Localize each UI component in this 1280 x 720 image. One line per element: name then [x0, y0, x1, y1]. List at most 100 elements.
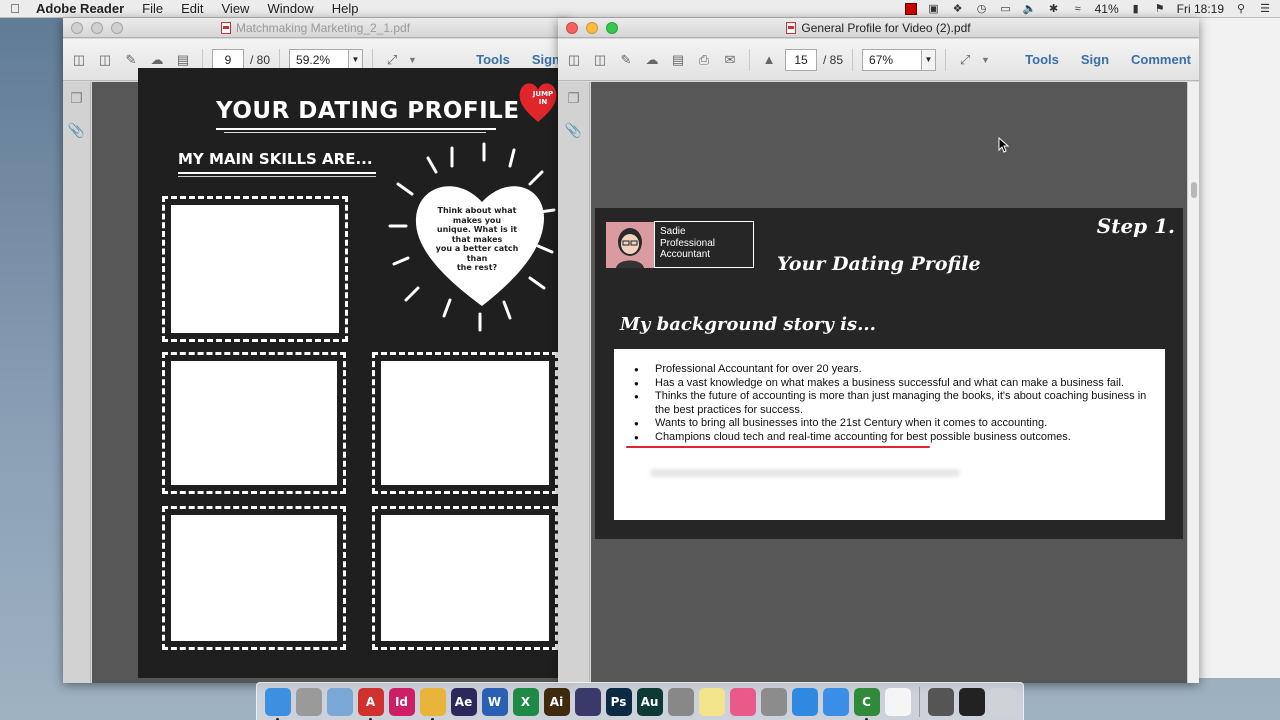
- edit-pdf-icon[interactable]: ✎: [616, 50, 636, 70]
- menu-file[interactable]: File: [133, 1, 172, 16]
- slide-title: Your Dating Profile: [777, 253, 981, 275]
- toolbar-overflow-icon[interactable]: ▼: [981, 55, 990, 65]
- right-title-bar[interactable]: General Profile for Video (2).pdf: [558, 18, 1199, 38]
- fit-page-icon[interactable]: ⤢: [955, 50, 975, 70]
- export-pdf-icon[interactable]: ◫: [95, 50, 115, 70]
- volume-icon[interactable]: 🔈: [1023, 3, 1037, 15]
- dock-trash-icon[interactable]: [989, 687, 1016, 716]
- dock-acrobat-icon[interactable]: A: [357, 687, 384, 720]
- tools-button[interactable]: Tools: [1017, 52, 1067, 67]
- save-icon[interactable]: ▤: [173, 50, 193, 70]
- zoom-dropdown-icon[interactable]: ▼: [922, 48, 937, 71]
- zoom-button[interactable]: [111, 22, 123, 34]
- dock-system-preferences-icon[interactable]: [760, 687, 787, 716]
- dating-profile-page: YOUR DATING PROFILE MY MAIN SKILLS ARE..…: [138, 68, 558, 678]
- dock-pen-tool-icon[interactable]: [667, 687, 694, 716]
- sign-button[interactable]: Sign: [1073, 52, 1117, 67]
- airplay-icon[interactable]: ▭: [999, 3, 1013, 15]
- menu-edit[interactable]: Edit: [172, 1, 212, 16]
- zoom-input[interactable]: 67%: [862, 48, 923, 71]
- tools-button[interactable]: Tools: [468, 52, 518, 67]
- left-title-bar[interactable]: Matchmaking Marketing_2_1.pdf: [63, 18, 568, 38]
- profile-role: Professional: [660, 237, 716, 249]
- close-button[interactable]: [71, 22, 83, 34]
- dock-photoshop-icon[interactable]: Ps: [605, 687, 632, 716]
- wifi-icon[interactable]: ≈: [1071, 3, 1085, 15]
- zoom-button[interactable]: [606, 22, 618, 34]
- apple-menu-icon[interactable]: : [0, 1, 30, 16]
- email-icon[interactable]: ✉: [720, 50, 740, 70]
- heart-line: that makes: [451, 234, 503, 244]
- title-underline: [216, 128, 496, 130]
- attachments-icon[interactable]: 📎: [565, 122, 583, 140]
- comment-button[interactable]: Comment: [1123, 52, 1199, 67]
- record-icon[interactable]: [904, 3, 917, 15]
- upload-cloud-icon[interactable]: ☁: [147, 50, 167, 70]
- minimize-button[interactable]: [91, 22, 103, 34]
- close-button[interactable]: [566, 22, 578, 34]
- dock-preview-icon[interactable]: [326, 687, 353, 716]
- dock-finder-icon[interactable]: [264, 687, 291, 720]
- toolbar-divider: [749, 48, 750, 71]
- dock-calendar-icon[interactable]: [884, 687, 911, 716]
- highlight-underline: [626, 446, 930, 448]
- list-item: Champions cloud tech and real-time accou…: [634, 431, 1155, 445]
- dock-notes-icon[interactable]: [295, 687, 322, 716]
- minimize-button[interactable]: [586, 22, 598, 34]
- attachments-icon[interactable]: 📎: [68, 122, 86, 140]
- page-thumbnails-icon[interactable]: ❐: [565, 90, 583, 108]
- dropbox-icon[interactable]: ❖: [951, 3, 965, 15]
- previous-page-icon[interactable]: ▲: [759, 50, 779, 70]
- page-thumbnails-icon[interactable]: ❐: [68, 90, 86, 108]
- page-number-input[interactable]: 15: [785, 48, 817, 71]
- menu-window[interactable]: Window: [258, 1, 322, 16]
- fit-page-icon[interactable]: ⤢: [382, 50, 402, 70]
- create-pdf-icon[interactable]: ◫: [564, 50, 584, 70]
- spotlight-icon[interactable]: ⚲: [1234, 3, 1248, 15]
- blurred-text: [650, 469, 960, 477]
- upload-cloud-icon[interactable]: ☁: [642, 50, 662, 70]
- step-label: Step 1.: [1096, 214, 1175, 238]
- export-pdf-icon[interactable]: ◫: [590, 50, 610, 70]
- dock-excel-icon[interactable]: X: [512, 687, 539, 716]
- edit-pdf-icon[interactable]: ✎: [121, 50, 141, 70]
- flag-icon[interactable]: ⚑: [1153, 3, 1167, 15]
- pdf-file-icon: [786, 21, 797, 34]
- dock-quicktime-icon[interactable]: [574, 687, 601, 716]
- clock[interactable]: Fri 18:19: [1177, 2, 1224, 16]
- screen-icon[interactable]: ▣: [927, 3, 941, 15]
- battery-icon[interactable]: ▮: [1129, 3, 1143, 15]
- dock-audition-icon[interactable]: Au: [636, 687, 663, 716]
- dock-safari-icon[interactable]: [822, 687, 849, 716]
- notification-center-icon[interactable]: ☰: [1258, 3, 1272, 15]
- skill-box-5: [372, 506, 558, 650]
- dock-illustrator-icon[interactable]: Ai: [543, 687, 570, 716]
- dock-terminal-icon[interactable]: [958, 687, 985, 716]
- time-machine-icon[interactable]: ◷: [975, 3, 989, 15]
- dock-indesign-icon[interactable]: Id: [388, 687, 415, 716]
- print-icon[interactable]: ⎙: [694, 50, 714, 70]
- list-item: Thinks the future of accounting is more …: [634, 390, 1155, 417]
- dock-after-effects-icon[interactable]: Ae: [450, 687, 477, 716]
- dock-stickies-icon[interactable]: [698, 687, 725, 716]
- mouse-pointer-icon: [998, 137, 1010, 153]
- menu-help[interactable]: Help: [323, 1, 368, 16]
- dock-camtasia-icon[interactable]: C: [853, 687, 880, 720]
- create-pdf-icon[interactable]: ◫: [69, 50, 89, 70]
- menu-view[interactable]: View: [213, 1, 259, 16]
- dock-chrome-icon[interactable]: [419, 687, 446, 720]
- dock-word-icon[interactable]: W: [481, 687, 508, 716]
- bluetooth-icon[interactable]: ✱: [1047, 3, 1061, 15]
- app-menu[interactable]: Adobe Reader: [30, 1, 133, 16]
- save-icon[interactable]: ▤: [668, 50, 688, 70]
- dock-printer-icon[interactable]: [927, 687, 954, 716]
- page-total: / 80: [250, 52, 271, 67]
- dock-itunes-icon[interactable]: [729, 687, 756, 716]
- status-area: ▣ ❖ ◷ ▭ 🔈 ✱ ≈ 41% ▮ ⚑ Fri 18:19 ⚲ ☰: [904, 0, 1272, 18]
- dock-app-store-icon[interactable]: [791, 687, 818, 716]
- story-text-box: Professional Accountant for over 20 year…: [614, 349, 1165, 520]
- scrollbar-thumb[interactable]: [1191, 182, 1197, 198]
- profile-role: Accountant: [660, 249, 711, 260]
- toolbar-overflow-icon[interactable]: ▼: [408, 55, 417, 65]
- vertical-scrollbar[interactable]: [1187, 82, 1199, 683]
